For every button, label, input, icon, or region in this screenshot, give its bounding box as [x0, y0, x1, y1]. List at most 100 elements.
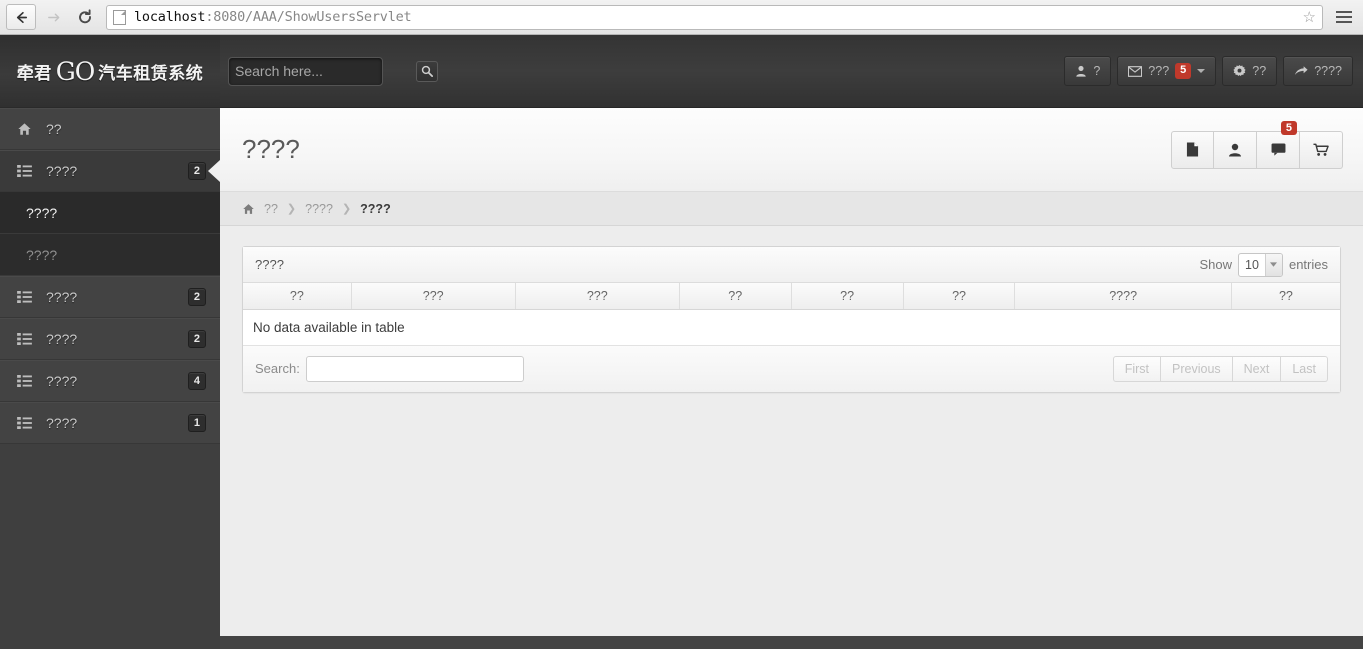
- bookmark-star-icon[interactable]: ☆: [1303, 8, 1316, 26]
- breadcrumb-separator-icon: ❯: [286, 203, 297, 215]
- document-icon: [1186, 142, 1199, 157]
- data-table: ?? ??? ??? ?? ?? ?? ???? ?? No data avai: [243, 283, 1340, 346]
- message-count-badge: 5: [1175, 63, 1192, 79]
- sidebar-item-4[interactable]: ???? 4: [0, 360, 220, 402]
- topnav-user[interactable]: ?: [1064, 56, 1112, 86]
- sidebar-menu: ?? ???? 2 ???? ???? ???? 2 ???? 2 ???? 4…: [0, 108, 220, 444]
- document-button[interactable]: [1171, 130, 1214, 169]
- topnav-logout[interactable]: ????: [1283, 56, 1353, 86]
- brand-right-text: 汽车租赁系统: [98, 63, 204, 84]
- sidebar: 牵君 GO 汽车租赁系统 ?? ???? 2 ???? ???? ???? 2 …: [0, 35, 220, 649]
- global-search[interactable]: [228, 56, 438, 86]
- pagination-last[interactable]: Last: [1281, 355, 1328, 382]
- column-header-4[interactable]: ??: [791, 283, 904, 310]
- table-header-row: ?? ??? ??? ?? ?? ?? ???? ??: [243, 283, 1340, 310]
- sidebar-subitem-label: ????: [26, 246, 58, 263]
- brand-left-text: 牵君: [16, 63, 52, 84]
- url-bar[interactable]: localhost:8080/AAA/ShowUsersServlet ☆: [106, 4, 1323, 30]
- breadcrumb-item-2: ????: [360, 201, 391, 216]
- topnav-settings[interactable]: ??: [1222, 56, 1278, 86]
- breadcrumb-separator-icon: ❯: [341, 203, 352, 215]
- browser-reload-button[interactable]: [70, 4, 100, 30]
- column-header-1[interactable]: ???: [351, 283, 516, 310]
- sidebar-item-home[interactable]: ??: [0, 108, 220, 150]
- breadcrumb-item-1[interactable]: ????: [305, 202, 333, 216]
- logout-icon: [1294, 65, 1308, 77]
- browser-menu-icon[interactable]: [1331, 4, 1357, 30]
- top-bar: ? ??? 5 ?? ????: [220, 35, 1363, 108]
- search-input[interactable]: [235, 63, 416, 79]
- comments-count-badge: 5: [1280, 120, 1297, 135]
- browser-back-button[interactable]: [6, 4, 36, 30]
- pagination: First Previous Next Last: [1112, 355, 1328, 382]
- data-table-panel: ???? Show 10 entries ?? ??? ??? ?? ?? ??…: [242, 246, 1341, 393]
- topnav-label: ??: [1252, 64, 1267, 78]
- active-pointer-icon: [208, 160, 220, 182]
- table-length-control: Show 10 entries: [1199, 252, 1328, 277]
- pagination-previous[interactable]: Previous: [1161, 355, 1233, 382]
- sidebar-item-1[interactable]: ???? 2: [0, 150, 220, 192]
- sidebar-subitem-1-1[interactable]: ????: [0, 234, 220, 276]
- show-label: Show: [1199, 257, 1232, 272]
- pagination-next[interactable]: Next: [1232, 355, 1282, 382]
- page-title: ????: [242, 134, 300, 164]
- top-nav: ? ??? 5 ?? ????: [1064, 56, 1353, 86]
- sidebar-item-2[interactable]: ???? 2: [0, 276, 220, 318]
- chevron-down-icon: [1264, 253, 1282, 276]
- search-icon[interactable]: [416, 60, 438, 82]
- sidebar-subitem-label: ????: [26, 204, 58, 221]
- envelope-icon: [1128, 65, 1143, 77]
- user-icon: [1229, 143, 1241, 156]
- table-body: No data available in table: [243, 309, 1340, 346]
- panel-header: ???? Show 10 entries: [243, 247, 1340, 283]
- table-empty-row: No data available in table: [243, 309, 1340, 346]
- topnav-label: ?: [1093, 64, 1101, 78]
- arrow-right-icon: [47, 13, 59, 21]
- gear-icon: [1233, 64, 1246, 78]
- page-action-buttons: 5: [1171, 120, 1343, 169]
- table-search-label: Search:: [255, 361, 300, 376]
- cart-button[interactable]: [1300, 130, 1343, 169]
- url-host: localhost: [134, 9, 206, 25]
- sidebar-item-badge: 4: [187, 372, 206, 390]
- content-area: ???? 5 ?? ❯ ???? ❯ ???? ???? Show 10 ent…: [220, 108, 1363, 636]
- column-header-7[interactable]: ??: [1231, 283, 1340, 310]
- list-icon: [16, 332, 32, 346]
- column-header-5[interactable]: ??: [903, 283, 1016, 310]
- user-button[interactable]: [1214, 130, 1257, 169]
- pagination-first[interactable]: First: [1112, 355, 1162, 382]
- brand-go-text: GO: [55, 56, 95, 86]
- sidebar-item-5[interactable]: ???? 1: [0, 402, 220, 444]
- panel-footer: Search: First Previous Next Last: [243, 345, 1340, 392]
- browser-forward-button[interactable]: [38, 4, 68, 30]
- url-path: :8080/AAA/ShowUsersServlet: [205, 9, 412, 25]
- home-icon: [16, 122, 32, 136]
- chevron-down-icon[interactable]: [1197, 69, 1206, 73]
- column-header-0[interactable]: ??: [243, 283, 352, 310]
- topnav-messages[interactable]: ??? 5: [1117, 56, 1217, 86]
- brand-logo[interactable]: 牵君 GO 汽车租赁系统: [0, 35, 220, 108]
- sidebar-item-3[interactable]: ???? 2: [0, 318, 220, 360]
- sidebar-item-badge: 2: [187, 288, 206, 306]
- entries-label: entries: [1288, 257, 1328, 272]
- sidebar-subitem-1-0[interactable]: ????: [0, 192, 220, 234]
- empty-message: No data available in table: [243, 309, 1340, 346]
- sidebar-item-label: ????: [46, 163, 78, 179]
- panel-wrapper: ???? Show 10 entries ?? ??? ??? ?? ?? ??…: [220, 226, 1363, 413]
- sidebar-item-label: ????: [46, 373, 78, 389]
- list-icon: [16, 290, 32, 304]
- list-icon: [16, 374, 32, 388]
- breadcrumb-item-0[interactable]: ??: [264, 202, 278, 216]
- column-header-6[interactable]: ????: [1014, 283, 1232, 310]
- panel-title: ????: [255, 257, 284, 272]
- arrow-left-icon: [16, 11, 27, 23]
- comment-icon: [1271, 143, 1285, 156]
- comments-button[interactable]: 5: [1257, 120, 1300, 169]
- column-header-3[interactable]: ??: [679, 283, 792, 310]
- column-header-2[interactable]: ???: [515, 283, 680, 310]
- entries-per-page-select[interactable]: 10: [1237, 252, 1283, 277]
- table-search-input[interactable]: [305, 355, 524, 382]
- sidebar-item-badge: 1: [187, 414, 206, 432]
- sidebar-item-label: ????: [46, 415, 78, 431]
- sidebar-item-label: ??: [46, 121, 62, 137]
